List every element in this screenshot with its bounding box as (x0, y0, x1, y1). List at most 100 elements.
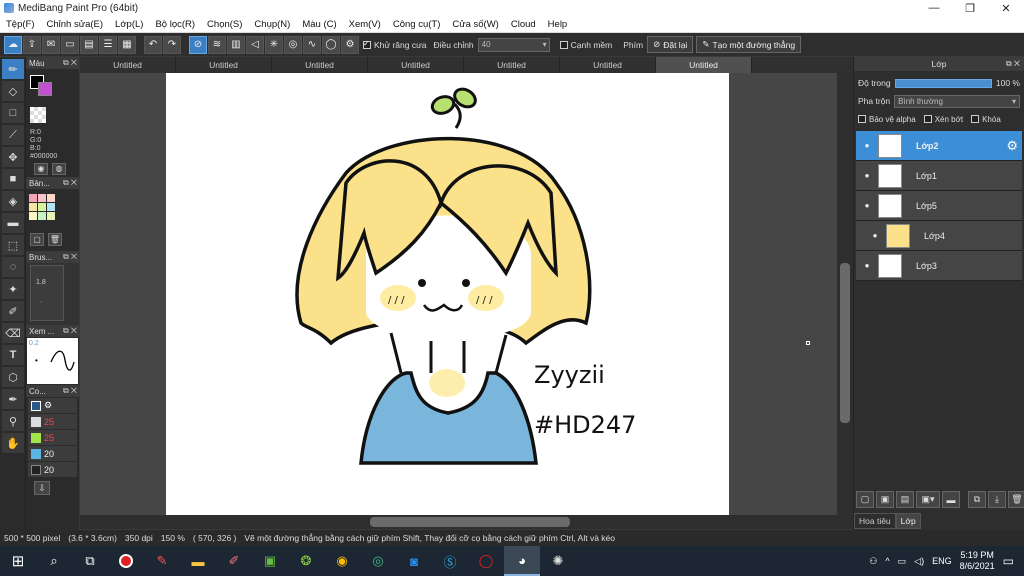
palette-swatch[interactable] (28, 193, 37, 202)
move-tool-icon[interactable]: ✥ (2, 147, 24, 167)
tab-untitled[interactable]: Untitled (176, 57, 272, 73)
colorset-row[interactable]: 25 (28, 414, 77, 429)
vertical-scroll-thumb[interactable] (840, 263, 850, 423)
antialias-checkbox[interactable]: Khử răng cưa (360, 39, 430, 50)
menu-color[interactable]: Màu (C) (296, 19, 342, 30)
reset-button[interactable]: ⊘ Đặt lại (647, 36, 694, 53)
menu-filter[interactable]: Bộ lọc(R) (149, 19, 201, 30)
palette-swatch[interactable] (37, 211, 46, 220)
cross-snap-icon[interactable]: ▥ (227, 35, 245, 54)
blend-mode-select[interactable]: Bình thường (894, 94, 1020, 108)
close-icon[interactable]: ⧉ ✕ (63, 178, 77, 188)
eraser-tool-icon[interactable]: ◇ (2, 81, 24, 101)
tab-untitled[interactable]: Untitled (368, 57, 464, 73)
parallel-snap-icon[interactable]: ≋ (208, 35, 226, 54)
adjust-input[interactable]: 40 (477, 37, 550, 52)
circle-snap-icon[interactable]: ◎ (284, 35, 302, 54)
colorset-row[interactable]: 20 (28, 446, 77, 461)
palette-swatch[interactable] (28, 211, 37, 220)
layer-row-lop5[interactable]: ● Lớp5 (856, 191, 1022, 221)
horizontal-scroll-thumb[interactable] (370, 517, 570, 527)
notifications-icon[interactable]: ▭ (1003, 554, 1014, 568)
menu-cloud[interactable]: Cloud (505, 19, 542, 30)
opacity-slider[interactable] (894, 78, 992, 88)
monitor-icon[interactable]: ▭ (61, 35, 79, 54)
bucket-tool-icon[interactable]: ◈ (2, 191, 24, 211)
magic-wand-tool-icon[interactable]: ✦ (2, 279, 24, 299)
smooth-checkbox[interactable]: Cạnh mềm (557, 40, 616, 50)
line-tool-icon[interactable]: ⟋ (2, 125, 24, 145)
folder-icon[interactable]: ▬ (942, 491, 960, 508)
transparent-color-swatch[interactable] (30, 107, 46, 123)
tab-untitled-active[interactable]: Untitled (656, 57, 752, 73)
tab-layers[interactable]: Lớp (895, 513, 921, 529)
layer-row-lop3[interactable]: ● Lớp3 (856, 251, 1022, 281)
horizontal-scrollbar[interactable] (80, 515, 853, 529)
curve-snap-icon[interactable]: ∿ (303, 35, 321, 54)
skype-icon[interactable]: Ⓢ (432, 546, 468, 576)
visibility-icon[interactable]: ● (862, 141, 872, 151)
new-swatch-icon[interactable]: ▢ (30, 233, 44, 246)
tab-untitled[interactable]: Untitled (272, 57, 368, 73)
eyedropper-tool-icon[interactable]: ⚲ (2, 411, 24, 431)
close-icon[interactable]: ⧉ ✕ (63, 252, 77, 262)
menu-edit[interactable]: Chỉnh sửa(E) (41, 19, 110, 30)
close-icon[interactable]: ⧉ ✕ (63, 58, 77, 68)
canvas-area[interactable]: / / / / / / Zyyzii #HD247 (80, 73, 837, 515)
pencil-app-icon[interactable]: ✎ (144, 546, 180, 576)
fill-rect-tool-icon[interactable]: ■ (2, 169, 24, 189)
file-explorer-icon[interactable]: ▬ (180, 546, 216, 576)
close-icon[interactable]: ⧉ ✕ (1006, 59, 1020, 69)
close-icon[interactable]: ⧉ ✕ (63, 326, 77, 336)
divide-tool-icon[interactable]: ✒ (2, 389, 24, 409)
colorset-row[interactable]: ⚙ (28, 398, 77, 413)
windows-start-icon[interactable]: ⊞ (0, 546, 36, 576)
layer-row-lop4[interactable]: ● Lớp4 (856, 221, 1022, 251)
lock-checkbox[interactable]: Khóa (971, 115, 1001, 124)
cloud-download-icon[interactable]: ⇩ (34, 481, 50, 495)
visibility-icon[interactable]: ● (862, 261, 872, 271)
tab-untitled[interactable]: Untitled (560, 57, 656, 73)
menu-snap[interactable]: Chụp(N) (248, 19, 296, 30)
palette-swatch[interactable] (46, 211, 55, 220)
menu-select[interactable]: Chọn(S) (201, 19, 248, 30)
vanishing-point-icon[interactable]: ◁ (246, 35, 264, 54)
comment-icon[interactable]: ✉ (42, 35, 60, 54)
tab-navigator[interactable]: Hoa tiêu (854, 513, 896, 529)
secondary-color-swatch[interactable] (38, 82, 52, 96)
colorset-row[interactable]: 25 (28, 430, 77, 445)
lasso-tool-icon[interactable]: ◌ (2, 257, 24, 277)
delete-layer-icon[interactable]: 🗑 (1008, 491, 1024, 508)
medibang-taskbar-icon[interactable]: ◕ (504, 546, 540, 576)
layer-row-lop2[interactable]: ● Lớp2 ⚙ (856, 131, 1022, 161)
clock[interactable]: 5:19 PM 8/6/2021 (960, 550, 995, 572)
people-icon[interactable]: ⚇ (869, 556, 877, 567)
dot-tool-icon[interactable]: □ (2, 103, 24, 123)
minimize-button[interactable]: — (916, 0, 952, 16)
palette-swatch[interactable] (46, 193, 55, 202)
chrome-icon[interactable]: ◉ (324, 546, 360, 576)
operation-tool-icon[interactable]: ⬡ (2, 367, 24, 387)
list-icon[interactable]: ☰ (99, 35, 117, 54)
protect-alpha-checkbox[interactable]: Bảo vệ alpha (858, 115, 916, 124)
menu-view[interactable]: Xem(V) (343, 19, 387, 30)
new-8bit-layer-icon[interactable]: ▣ (876, 491, 894, 508)
palette-swatch[interactable] (46, 202, 55, 211)
menu-file[interactable]: Tệp(F) (0, 19, 41, 30)
radial-snap-icon[interactable]: ✳ (265, 35, 283, 54)
menu-layer[interactable]: Lớp(L) (109, 19, 149, 30)
gear-icon[interactable]: ⚙ (1006, 138, 1018, 154)
cloud-icon[interactable]: ☁ (4, 35, 22, 54)
straight-line-button[interactable]: ✎ Tạo một đường thẳng (696, 36, 802, 53)
color-wheel-icon[interactable]: ◉ (34, 163, 48, 175)
palette-icon[interactable]: ◍ (52, 163, 66, 175)
vertical-scrollbar[interactable] (837, 73, 853, 515)
merge-down-icon[interactable]: ⤓ (988, 491, 1006, 508)
grid-icon[interactable]: ▦ (118, 35, 136, 54)
paint-app-icon[interactable]: ✐ (216, 546, 252, 576)
menu-window[interactable]: Cửa số(W) (446, 19, 504, 30)
task-view-icon[interactable]: ⧉ (72, 546, 108, 576)
search-icon[interactable]: ⌕ (36, 546, 72, 576)
minecraft-icon[interactable]: ▣ (252, 546, 288, 576)
palette-swatch[interactable] (37, 193, 46, 202)
